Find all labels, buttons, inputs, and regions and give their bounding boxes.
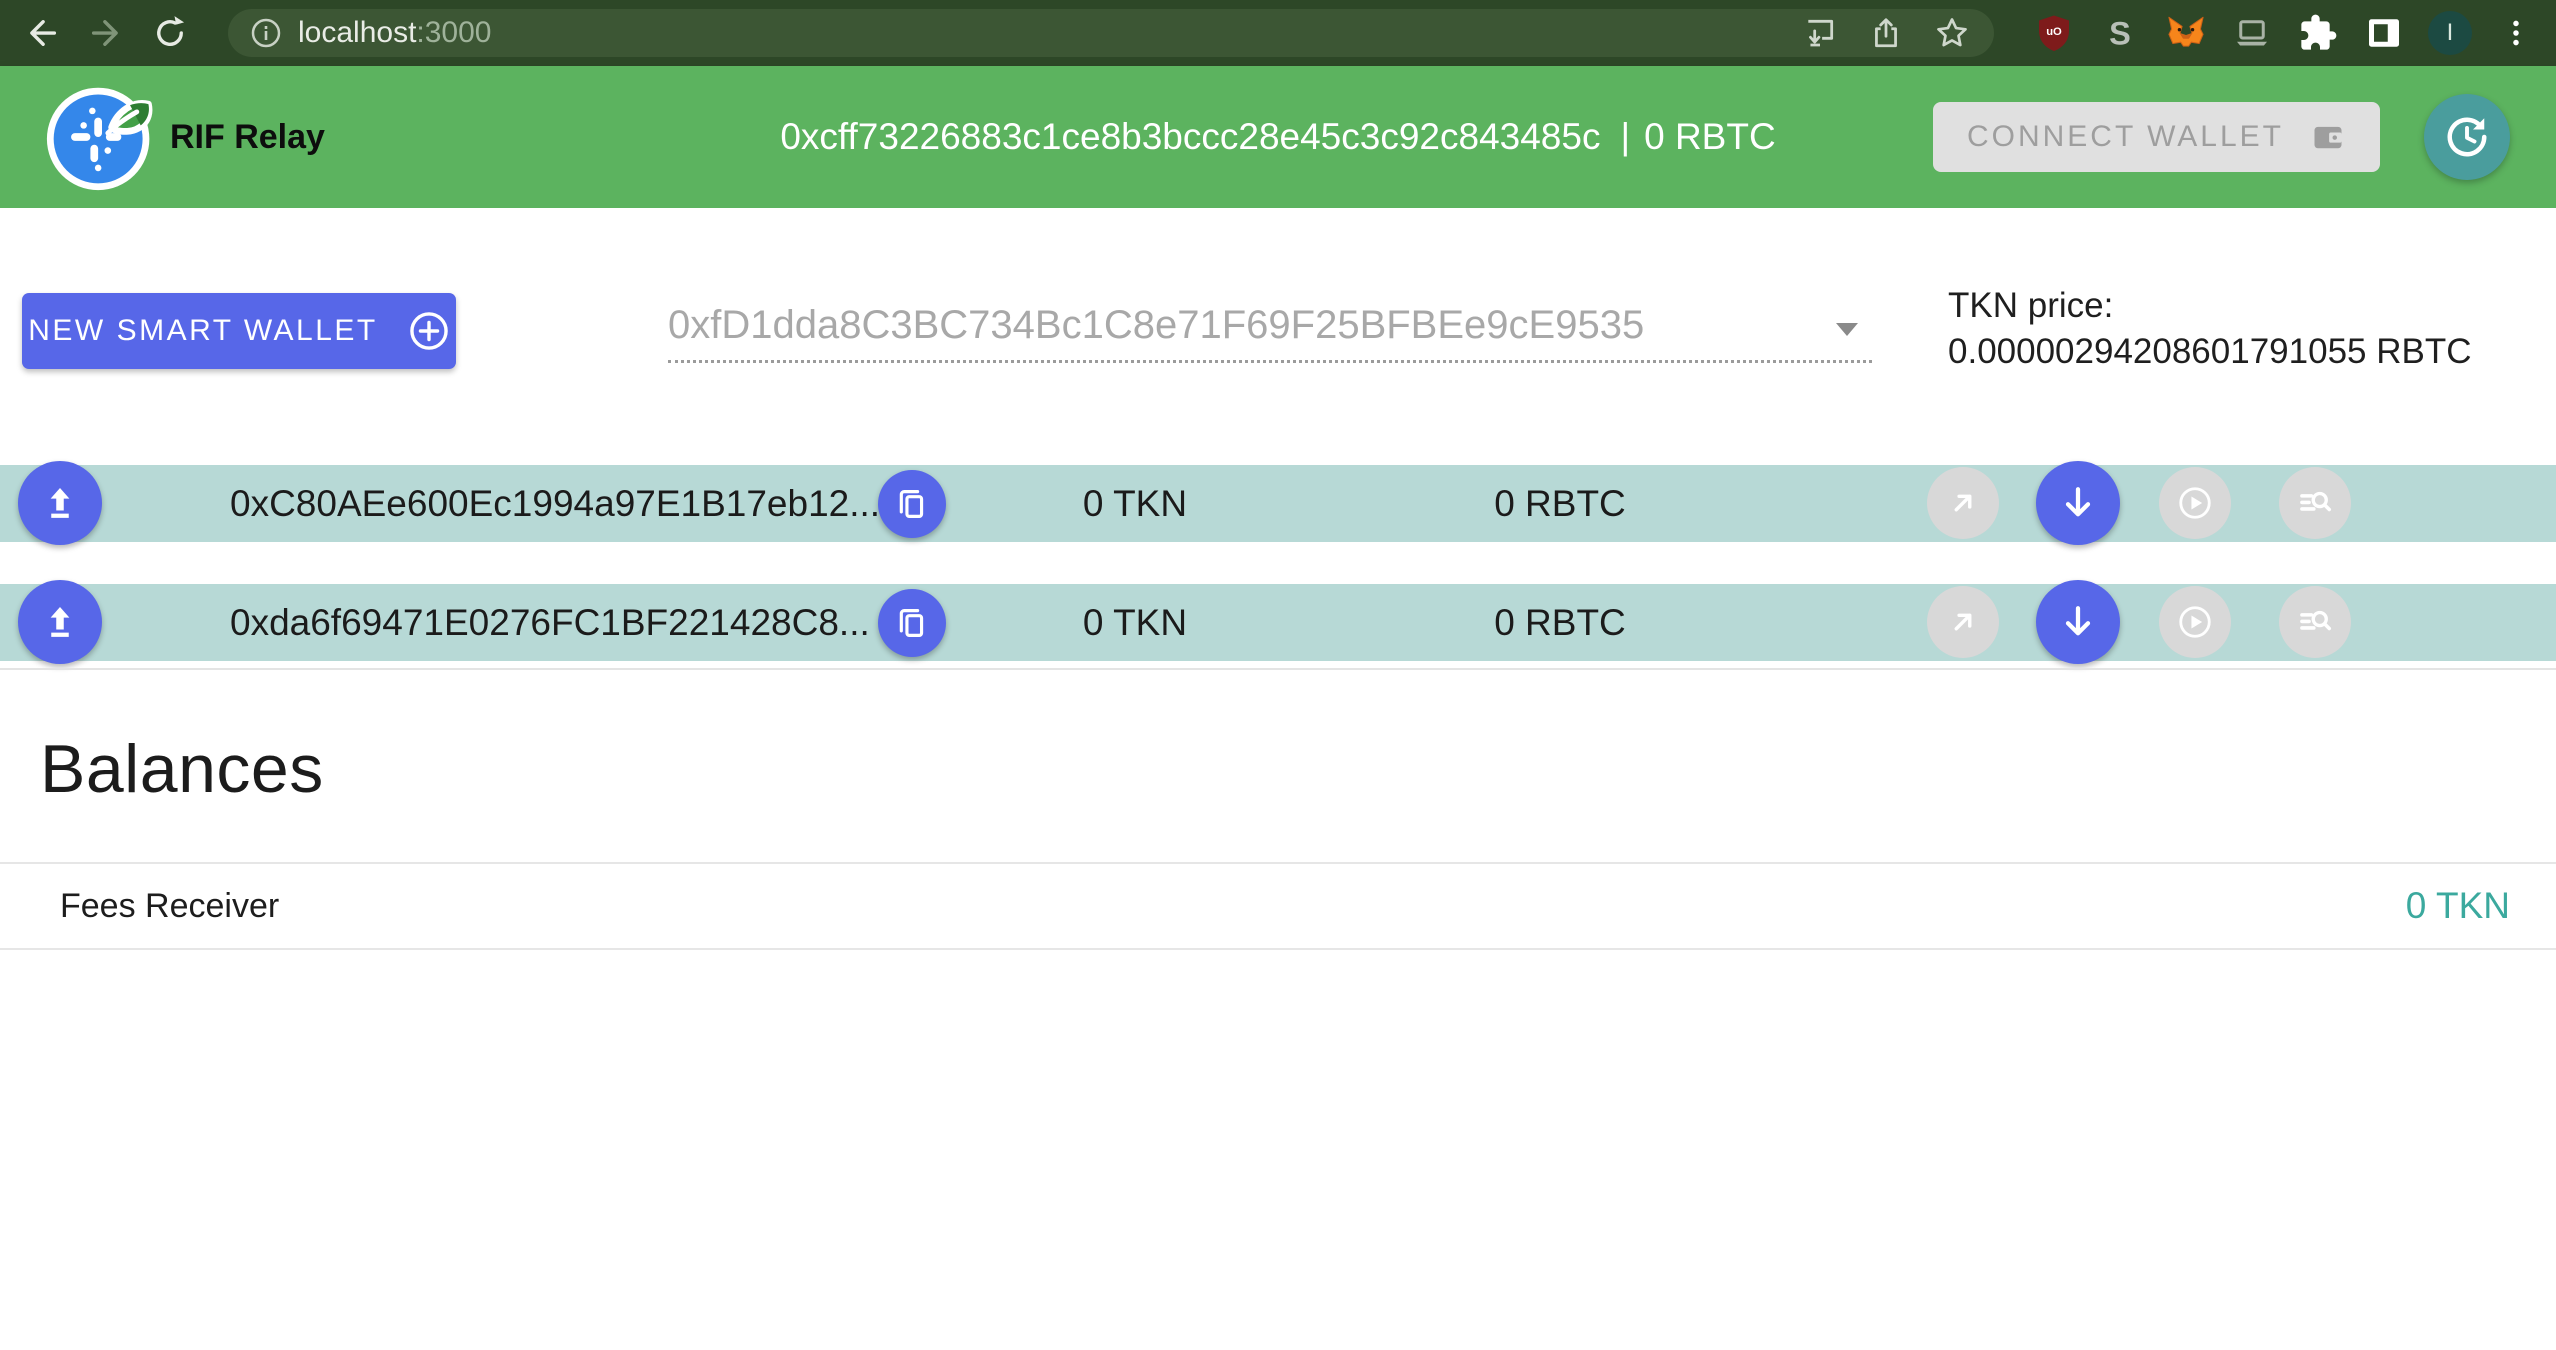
svg-text:uO: uO	[2046, 26, 2062, 38]
browser-menu-button[interactable]	[2494, 11, 2538, 55]
smart-wallet-row: 0xC80AEe600Ec1994a97E1B17eb12... 0 TKN 0…	[0, 465, 2556, 542]
back-icon	[24, 15, 60, 51]
receive-button[interactable]	[2036, 461, 2120, 545]
connect-wallet-button[interactable]: CONNECT WALLET	[1933, 102, 2380, 172]
app-header: RIF Relay 0xcff73226883c1ce8b3bccc28e45c…	[0, 66, 2556, 208]
inspect-logs-button[interactable]	[2279, 467, 2351, 539]
wallet-tkn-balance: 0 TKN	[1040, 483, 1230, 525]
forward-icon	[88, 15, 124, 51]
play-circle-icon	[2176, 603, 2214, 641]
arrow-down-icon	[2058, 602, 2098, 642]
brand: RIF Relay	[44, 78, 325, 196]
copy-icon	[894, 486, 930, 522]
copy-icon	[894, 605, 930, 641]
app-title: RIF Relay	[170, 118, 325, 157]
wallet-rbtc-balance: 0 RBTC	[1460, 602, 1660, 644]
kebab-menu-icon	[2499, 16, 2533, 50]
wallet-icon	[2310, 119, 2346, 155]
fees-receiver-row: Fees Receiver 0 TKN	[0, 862, 2556, 950]
play-circle-icon	[2176, 484, 2214, 522]
header-actions: CONNECT WALLET	[1933, 94, 2510, 180]
share-icon	[1869, 16, 1903, 50]
wallet-rbtc-balance: 0 RBTC	[1460, 483, 1660, 525]
extensions-menu-button[interactable]	[2296, 11, 2340, 55]
smart-wallet-address: 0xda6f69471E0276FC1BF221428C8...	[230, 602, 870, 644]
controls-row: NEW SMART WALLET 0xfD1dda8C3BC734Bc1C8e7…	[0, 293, 2556, 373]
deploy-wallet-button[interactable]	[18, 580, 102, 664]
balances-title: Balances	[40, 730, 324, 808]
star-icon	[1934, 15, 1970, 51]
chevron-down-icon	[1836, 323, 1858, 336]
fees-receiver-value: 0 TKN	[2406, 885, 2510, 927]
forward-button[interactable]	[86, 13, 126, 53]
fees-receiver-label: Fees Receiver	[60, 887, 279, 926]
update-refresh-icon	[2443, 113, 2491, 161]
wallet-tkn-balance: 0 TKN	[1040, 602, 1230, 644]
account-balance: 0 RBTC	[1644, 116, 1776, 158]
browser-chrome: localhost:3000 uO	[0, 0, 2556, 66]
copy-address-button[interactable]	[878, 470, 946, 538]
ublock-shield-icon: uO	[2034, 13, 2074, 53]
smart-wallet-address: 0xC80AEe600Ec1994a97E1B17eb12...	[230, 483, 880, 525]
transfer-button[interactable]	[1927, 586, 1999, 658]
account-separator: |	[1620, 116, 1630, 158]
selected-wallet-address: 0xfD1dda8C3BC734Bc1C8e71F69F25BFBEe9cE95…	[668, 301, 1872, 349]
new-smart-wallet-button[interactable]: NEW SMART WALLET	[22, 293, 456, 369]
url-text: localhost:3000	[298, 16, 491, 50]
install-app-icon	[1803, 16, 1837, 50]
ublock-extension-button[interactable]: uO	[2032, 11, 2076, 55]
smart-wallet-row: 0xda6f69471E0276FC1BF221428C8... 0 TKN 0…	[0, 584, 2556, 661]
arrow-down-icon	[2058, 483, 2098, 523]
execute-button[interactable]	[2159, 586, 2231, 658]
metamask-extension-button[interactable]	[2164, 11, 2208, 55]
wallet-select-dropdown[interactable]: 0xfD1dda8C3BC734Bc1C8e71F69F25BFBEe9cE95…	[668, 301, 1872, 363]
surfshark-extension-button[interactable]: S	[2098, 11, 2142, 55]
url-host: localhost	[298, 16, 416, 49]
section-divider	[0, 668, 2556, 670]
transfer-button[interactable]	[1927, 467, 1999, 539]
install-app-button[interactable]	[1800, 13, 1840, 53]
token-price: TKN price: 0.00000294208601791055 RBTC	[1948, 283, 2472, 375]
deploy-wallet-button[interactable]	[18, 461, 102, 545]
profile-avatar: I	[2428, 11, 2472, 55]
arrow-up-right-icon	[1945, 604, 1981, 640]
side-panel-button[interactable]	[2362, 11, 2406, 55]
token-price-label: TKN price:	[1948, 283, 2472, 329]
inspect-logs-button[interactable]	[2279, 586, 2351, 658]
main-content: NEW SMART WALLET 0xfD1dda8C3BC734Bc1C8e7…	[0, 208, 2556, 1350]
manage-search-icon	[2296, 603, 2334, 641]
laptop-icon	[2232, 13, 2272, 53]
profile-button[interactable]: I	[2428, 11, 2472, 55]
receive-button[interactable]	[2036, 580, 2120, 664]
arrow-up-right-icon	[1945, 485, 1981, 521]
url-port: :3000	[416, 16, 491, 49]
token-price-value: 0.00000294208601791055 RBTC	[1948, 329, 2472, 375]
share-button[interactable]	[1866, 13, 1906, 53]
rif-relay-logo-icon	[44, 78, 160, 196]
bookmark-button[interactable]	[1932, 13, 1972, 53]
metamask-fox-icon	[2165, 12, 2207, 54]
back-button[interactable]	[22, 13, 62, 53]
side-panel-icon	[2364, 13, 2404, 53]
execute-button[interactable]	[2159, 467, 2231, 539]
add-circle-icon	[408, 310, 450, 352]
puzzle-icon	[2298, 13, 2338, 53]
manage-search-icon	[2296, 484, 2334, 522]
account-summary: 0xcff73226883c1ce8b3bccc28e45c3c92c84348…	[780, 116, 1775, 158]
account-address: 0xcff73226883c1ce8b3bccc28e45c3c92c84348…	[780, 116, 1600, 158]
svg-text:S: S	[2109, 15, 2131, 51]
reload-icon	[152, 15, 188, 51]
copy-address-button[interactable]	[878, 589, 946, 657]
refresh-button[interactable]	[2424, 94, 2510, 180]
upload-icon	[40, 483, 80, 523]
surfshark-icon: S	[2100, 13, 2140, 53]
site-info-icon[interactable]	[250, 17, 282, 49]
extensions-area: uO S	[2010, 11, 2538, 55]
url-bar[interactable]: localhost:3000	[228, 9, 1994, 57]
upload-icon	[40, 602, 80, 642]
screen-share-extension-button[interactable]	[2230, 11, 2274, 55]
reload-button[interactable]	[150, 13, 190, 53]
